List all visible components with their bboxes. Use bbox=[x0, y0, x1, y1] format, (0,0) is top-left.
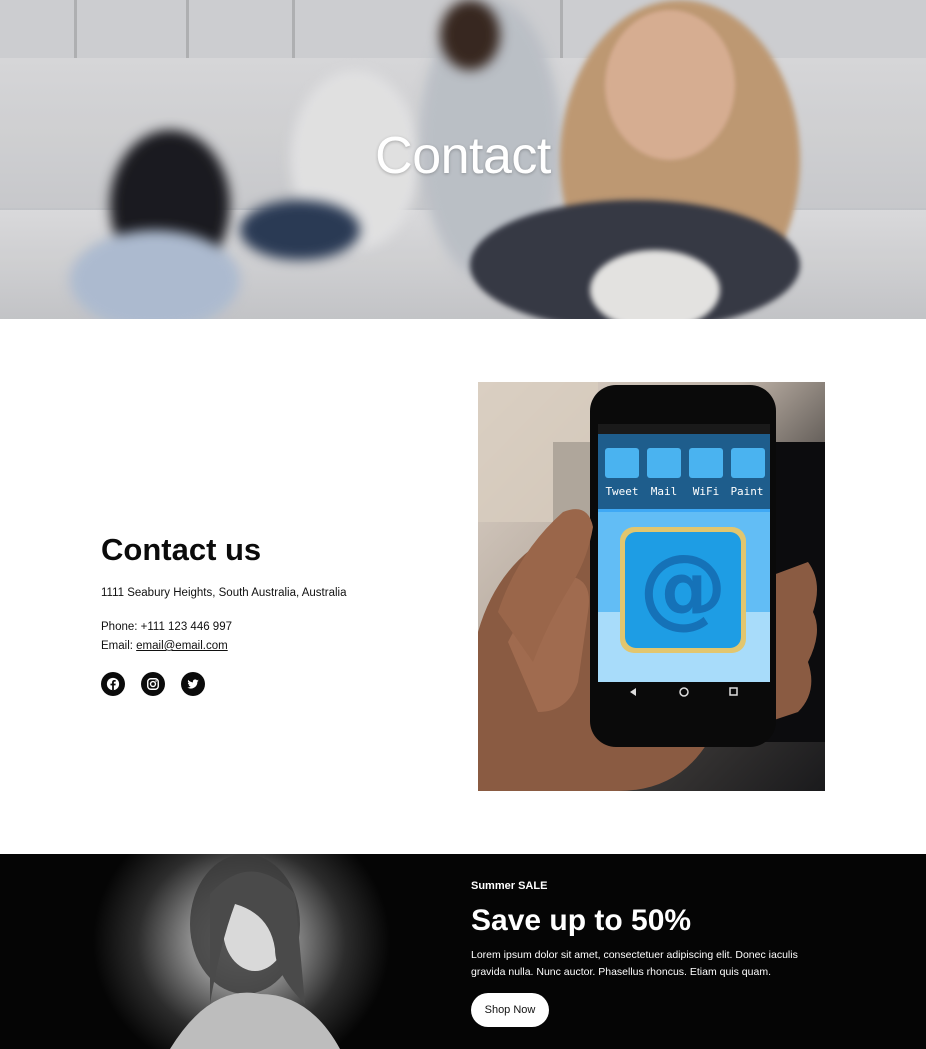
contact-heading: Contact us bbox=[101, 532, 262, 567]
app-label-paint: Paint bbox=[730, 485, 763, 498]
instagram-icon bbox=[147, 678, 159, 690]
promo-title: Save up to 50% bbox=[471, 904, 692, 937]
phone-photo: Tweet Mail WiFi Paint @ bbox=[478, 382, 825, 791]
app-label-tweet: Tweet bbox=[605, 485, 638, 498]
twitter-link[interactable] bbox=[181, 672, 205, 696]
contact-phone: Phone: +111 123 446 997 bbox=[101, 621, 232, 633]
contact-address: 1111 Seabury Heights, South Australia, A… bbox=[101, 587, 347, 599]
promo-portrait-image bbox=[60, 854, 390, 1049]
app-label-mail: Mail bbox=[651, 485, 678, 498]
app-label-wifi: WiFi bbox=[693, 485, 720, 498]
facebook-link[interactable] bbox=[101, 672, 125, 696]
twitter-icon bbox=[187, 679, 199, 689]
email-link[interactable]: email@email.com bbox=[136, 640, 228, 652]
email-label: Email: bbox=[101, 640, 137, 652]
page-title: Contact bbox=[375, 127, 551, 185]
instagram-link[interactable] bbox=[141, 672, 165, 696]
promo-banner: Summer SALE Save up to 50% Lorem ipsum d… bbox=[0, 854, 926, 1049]
contact-email: Email: email@email.com bbox=[101, 640, 228, 652]
hero-banner: Contact bbox=[0, 0, 926, 319]
promo-description: Lorem ipsum dolor sit amet, consectetuer… bbox=[471, 949, 798, 978]
promo-kicker: Summer SALE bbox=[471, 880, 548, 892]
facebook-icon bbox=[106, 677, 120, 691]
phone-illustration: Tweet Mail WiFi Paint @ bbox=[478, 382, 825, 791]
shop-now-button[interactable]: Shop Now bbox=[471, 993, 549, 1027]
at-symbol: @ bbox=[639, 535, 727, 638]
